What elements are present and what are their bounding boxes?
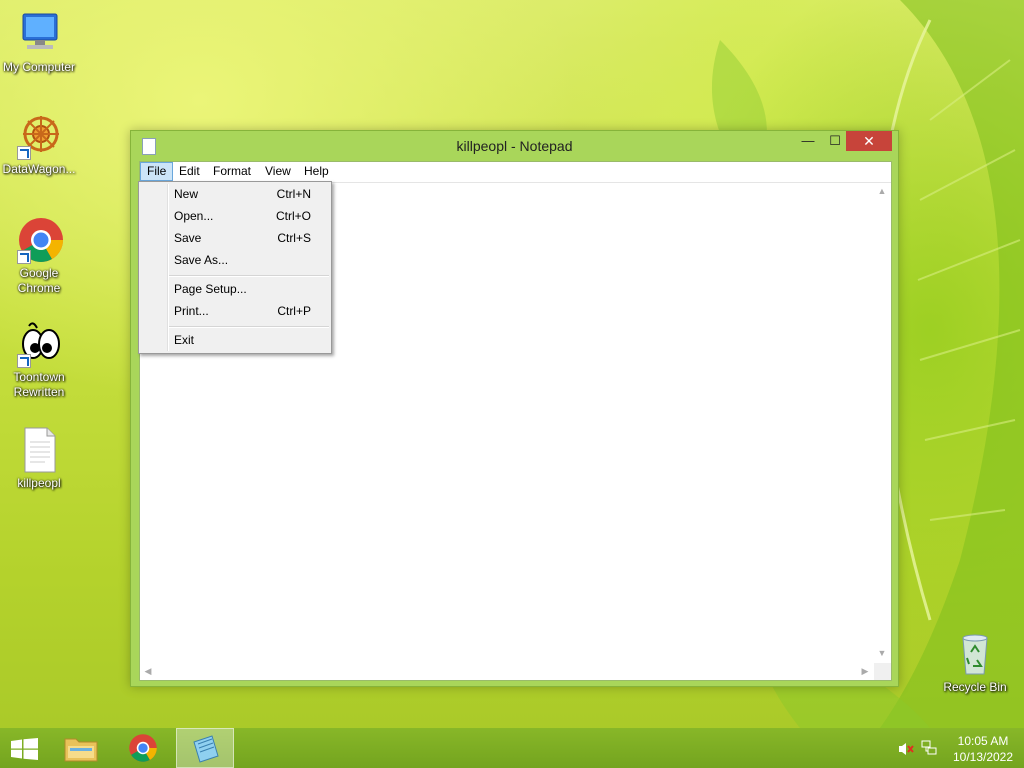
notepad-icon — [193, 735, 219, 763]
taskbar-notepad[interactable] — [176, 728, 234, 768]
menu-item-label: Page Setup... — [174, 282, 247, 296]
shortcut-arrow-icon — [17, 146, 31, 160]
chrome-icon — [129, 734, 157, 762]
maximize-button[interactable]: ☐ — [821, 131, 849, 151]
desktop-icon-label: Toontown Rewritten — [13, 370, 65, 399]
menu-item-label: Open... — [174, 209, 214, 223]
taskbar-chrome[interactable] — [114, 728, 172, 768]
taskbar: 10:05 AM 10/13/2022 — [0, 728, 1024, 768]
horizontal-scrollbar[interactable]: ◀ ▶ — [140, 663, 873, 680]
menu-bar: File Edit Format View Help — [140, 162, 891, 183]
taskbar-file-explorer[interactable] — [52, 728, 110, 768]
shortcut-arrow-icon — [17, 250, 31, 264]
menu-item-save-as[interactable]: Save As... — [141, 249, 329, 271]
scroll-left-icon[interactable]: ◀ — [143, 666, 153, 676]
speaker-muted-icon[interactable] — [898, 742, 914, 756]
menu-item-shortcut: Ctrl+S — [277, 231, 311, 245]
window-title: killpeopl - Notepad — [456, 138, 573, 154]
desktop-icon-killpeopl[interactable]: killpeopl — [1, 426, 77, 491]
desktop-icon-label: Google Chrome — [17, 266, 61, 295]
system-tray — [895, 728, 943, 768]
menu-item-exit[interactable]: Exit — [141, 329, 329, 351]
vertical-scrollbar[interactable]: ▲ ▼ — [874, 183, 891, 661]
minimize-button[interactable]: — — [794, 131, 822, 151]
menu-item-shortcut: Ctrl+O — [275, 209, 311, 223]
recycle-bin-icon — [951, 630, 999, 678]
desktop-icon-label: My Computer — [2, 60, 76, 74]
menu-item-shortcut: Ctrl+N — [276, 187, 311, 201]
menu-edit[interactable]: Edit — [173, 162, 206, 181]
datawagon-icon — [15, 112, 63, 160]
scrollbar-corner — [874, 663, 891, 680]
computer-icon — [15, 10, 63, 58]
menu-view[interactable]: View — [259, 162, 297, 181]
desktop-icon-label: killpeopl — [17, 476, 61, 490]
menu-item-label: Save As... — [174, 253, 229, 267]
menu-item-print[interactable]: Print... Ctrl+P — [141, 300, 329, 322]
close-button[interactable]: ✕ — [846, 131, 892, 151]
toontown-icon — [15, 320, 63, 368]
file-menu-dropdown: New Ctrl+N Open... Ctrl+O Save Ctrl+S Sa… — [138, 181, 332, 354]
desktop-icon-label: DataWagon... — [2, 162, 76, 176]
menu-item-label: Print... — [174, 304, 209, 318]
desktop-icon-recycle-bin[interactable]: Recycle Bin — [937, 630, 1013, 695]
menu-item-label: Save — [174, 231, 202, 245]
desktop-icon-toontown-rewritten[interactable]: Toontown Rewritten — [1, 320, 77, 400]
menu-separator — [169, 326, 329, 328]
start-button[interactable] — [0, 728, 50, 768]
menu-item-save[interactable]: Save Ctrl+S — [141, 227, 329, 249]
text-document-icon — [15, 426, 63, 474]
chrome-icon — [15, 216, 63, 264]
clock-date: 10/13/2022 — [952, 750, 1014, 764]
desktop-icon-my-computer[interactable]: My Computer — [1, 10, 77, 75]
menu-item-label: New — [174, 187, 199, 201]
menu-item-open[interactable]: Open... Ctrl+O — [141, 205, 329, 227]
desktop-icon-google-chrome[interactable]: Google Chrome — [1, 216, 77, 296]
desktop-icon-datawagon[interactable]: DataWagon... — [1, 112, 77, 177]
taskbar-clock[interactable]: 10:05 AM 10/13/2022 — [944, 733, 1022, 765]
scroll-up-icon[interactable]: ▲ — [877, 186, 887, 196]
menu-item-shortcut: Ctrl+P — [277, 304, 311, 318]
menu-file[interactable]: File — [140, 162, 174, 181]
menu-item-page-setup[interactable]: Page Setup... — [141, 278, 329, 300]
menu-help[interactable]: Help — [298, 162, 335, 181]
desktop-icon-label: Recycle Bin — [943, 680, 1007, 694]
menu-item-new[interactable]: New Ctrl+N — [141, 183, 329, 205]
folder-icon — [64, 738, 98, 762]
network-icon[interactable] — [921, 740, 937, 756]
clock-time: 10:05 AM — [957, 734, 1009, 748]
shortcut-arrow-icon — [17, 354, 31, 368]
menu-format[interactable]: Format — [207, 162, 257, 181]
title-bar[interactable]: killpeopl - Notepad — ☐ ✕ — [131, 131, 898, 161]
windows-logo-icon — [11, 738, 38, 760]
scroll-right-icon[interactable]: ▶ — [860, 666, 870, 676]
menu-separator — [169, 275, 329, 277]
menu-item-label: Exit — [174, 333, 195, 347]
scroll-down-icon[interactable]: ▼ — [877, 648, 887, 658]
